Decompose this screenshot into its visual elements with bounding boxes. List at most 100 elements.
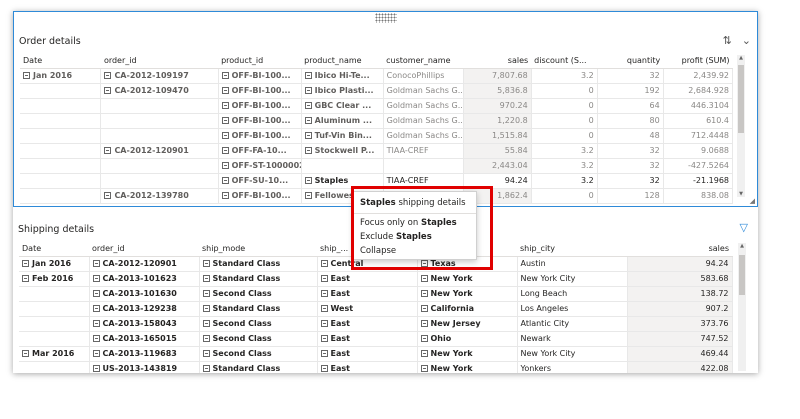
collapse-icon[interactable] bbox=[304, 176, 312, 184]
column-header[interactable]: Date bbox=[20, 53, 101, 69]
column-header[interactable]: discount (S... bbox=[531, 53, 598, 69]
collapse-icon[interactable] bbox=[202, 304, 210, 312]
column-header[interactable]: ship_mode bbox=[199, 241, 317, 257]
table-row[interactable]: Feb 2016 CA-2013-101623 Standard Class E… bbox=[19, 271, 733, 287]
table-row[interactable]: OFF-BI-100... Aluminum ... Goldman Sachs… bbox=[20, 113, 734, 129]
scroll-down-icon[interactable]: ▼ bbox=[737, 191, 745, 197]
collapse-icon[interactable] bbox=[221, 71, 229, 79]
collapse-icon[interactable] bbox=[320, 259, 328, 267]
table-row[interactable]: CA-2013-101630 Second Class East New Yor… bbox=[19, 286, 733, 302]
collapse-icon[interactable] bbox=[320, 334, 328, 342]
collapse-icon[interactable] bbox=[22, 349, 29, 357]
collapse-icon[interactable] bbox=[202, 349, 210, 357]
collapse-icon[interactable] bbox=[202, 259, 210, 267]
collapse-icon[interactable] bbox=[420, 364, 428, 372]
collapse-icon[interactable] bbox=[304, 71, 312, 79]
column-header[interactable]: quantity bbox=[597, 53, 664, 69]
collapse-icon[interactable] bbox=[92, 364, 100, 372]
collapse-icon[interactable] bbox=[104, 86, 112, 94]
table-row[interactable]: CA-2012-109470 OFF-BI-100... Ibico Plast… bbox=[20, 83, 734, 99]
column-header[interactable]: order_id bbox=[89, 241, 199, 257]
collapse-icon[interactable] bbox=[202, 319, 210, 327]
table-row[interactable]: CA-2013-165015 Second Class East Ohio Ne… bbox=[19, 331, 733, 347]
scroll-up-icon[interactable]: ▲ bbox=[737, 55, 745, 61]
collapse-icon[interactable] bbox=[420, 289, 428, 297]
collapse-icon[interactable] bbox=[22, 259, 29, 267]
collapse-icon[interactable] bbox=[92, 259, 100, 267]
collapse-icon[interactable] bbox=[221, 176, 229, 184]
table-row[interactable]: US-2013-143819 Standard Class East New Y… bbox=[19, 361, 733, 373]
column-header[interactable]: order_id bbox=[100, 53, 219, 69]
column-header[interactable]: Date bbox=[19, 241, 89, 257]
collapse-icon[interactable] bbox=[320, 289, 328, 297]
collapse-icon[interactable] bbox=[221, 191, 229, 199]
scroll-up-icon[interactable]: ▲ bbox=[738, 243, 746, 249]
collapse-icon[interactable] bbox=[320, 364, 328, 372]
collapse-icon[interactable] bbox=[92, 289, 100, 297]
collapse-icon[interactable] bbox=[104, 191, 112, 199]
collapse-icon[interactable] bbox=[221, 116, 229, 124]
table-row[interactable]: CA-2013-158043 Second Class East New Jer… bbox=[19, 316, 733, 332]
collapse-icon[interactable] bbox=[320, 349, 328, 357]
table-row[interactable]: CA-2013-129238 Standard Class West Calif… bbox=[19, 301, 733, 317]
collapse-icon[interactable] bbox=[420, 349, 428, 357]
collapse-icon[interactable] bbox=[304, 191, 312, 199]
table-row[interactable]: CA-2012-120901 OFF-FA-10... Stockwell P.… bbox=[20, 143, 734, 159]
order-details-visual[interactable]: Order details ⇅ ⌄ Date order_id product_… bbox=[13, 11, 758, 207]
chevron-down-icon[interactable]: ⌄ bbox=[742, 35, 751, 47]
collapse-icon[interactable] bbox=[221, 131, 229, 139]
table-row[interactable]: Mar 2016 CA-2013-119683 Second Class Eas… bbox=[19, 346, 733, 362]
column-header[interactable]: product_name bbox=[301, 53, 384, 69]
collapse-icon[interactable] bbox=[304, 146, 312, 154]
resize-handle-icon[interactable]: ◢ bbox=[750, 197, 755, 205]
collapse-icon[interactable] bbox=[22, 274, 29, 282]
table-row-selected[interactable]: OFF-SU-10... Staples TIAA-CREF 94.24 3.2… bbox=[20, 173, 734, 189]
collapse-icon[interactable] bbox=[202, 289, 210, 297]
collapse-icon[interactable] bbox=[92, 349, 100, 357]
column-header[interactable]: ship_city bbox=[517, 241, 627, 257]
collapse-icon[interactable] bbox=[92, 334, 100, 342]
collapse-icon[interactable] bbox=[92, 304, 100, 312]
collapse-icon[interactable] bbox=[202, 334, 210, 342]
vertical-scrollbar[interactable]: ▲ bbox=[738, 243, 746, 371]
column-header[interactable]: product_id bbox=[218, 53, 302, 69]
collapse-icon[interactable] bbox=[104, 71, 112, 79]
collapse-icon[interactable] bbox=[221, 146, 229, 154]
collapse-icon[interactable] bbox=[23, 71, 30, 79]
table-row[interactable]: OFF-BI-100... GBC Clear ... Goldman Sach… bbox=[20, 98, 734, 114]
collapse-icon[interactable] bbox=[221, 161, 229, 169]
column-header[interactable]: sales bbox=[627, 241, 732, 257]
collapse-icon[interactable] bbox=[304, 101, 312, 109]
collapse-menu-item[interactable]: Collapse bbox=[354, 244, 476, 258]
collapse-icon[interactable] bbox=[304, 86, 312, 94]
collapse-icon[interactable] bbox=[420, 319, 428, 327]
vertical-scrollbar[interactable]: ▲ ▼ bbox=[737, 55, 745, 197]
drill-up-icon[interactable]: ⇅ bbox=[723, 35, 732, 47]
collapse-icon[interactable] bbox=[221, 86, 229, 94]
column-header[interactable]: profit (SUM) bbox=[663, 53, 733, 69]
collapse-icon[interactable] bbox=[202, 274, 210, 282]
table-row[interactable]: OFF-BI-100... Tuf-Vin Bin... Goldman Sac… bbox=[20, 128, 734, 144]
collapse-icon[interactable] bbox=[104, 146, 112, 154]
table-row[interactable]: Jan 2016 CA-2012-109197 OFF-BI-100... Ib… bbox=[20, 68, 734, 84]
collapse-icon[interactable] bbox=[420, 259, 428, 267]
collapse-icon[interactable] bbox=[92, 319, 100, 327]
collapse-icon[interactable] bbox=[420, 334, 428, 342]
scrollbar-thumb[interactable] bbox=[738, 65, 744, 133]
column-header[interactable]: customer_name bbox=[383, 53, 464, 69]
table-row[interactable]: OFF-ST-10000025 2,443.04 3.2 32 -427.526… bbox=[20, 158, 734, 174]
collapse-icon[interactable] bbox=[304, 131, 312, 139]
filter-icon[interactable]: ▽ bbox=[740, 222, 748, 234]
exclude-menu-item[interactable]: Exclude Staples bbox=[354, 230, 476, 244]
focus-only-menu-item[interactable]: Focus only on Staples bbox=[354, 216, 476, 230]
scrollbar-thumb[interactable] bbox=[739, 255, 745, 295]
drag-handle-icon[interactable] bbox=[375, 13, 397, 23]
collapse-icon[interactable] bbox=[320, 304, 328, 312]
collapse-icon[interactable] bbox=[420, 304, 428, 312]
collapse-icon[interactable] bbox=[92, 274, 100, 282]
collapse-icon[interactable] bbox=[420, 274, 428, 282]
column-header[interactable]: sales bbox=[463, 53, 532, 69]
collapse-icon[interactable] bbox=[202, 364, 210, 372]
collapse-icon[interactable] bbox=[221, 101, 229, 109]
drillthrough-item[interactable]: Staples shipping details bbox=[354, 192, 476, 214]
